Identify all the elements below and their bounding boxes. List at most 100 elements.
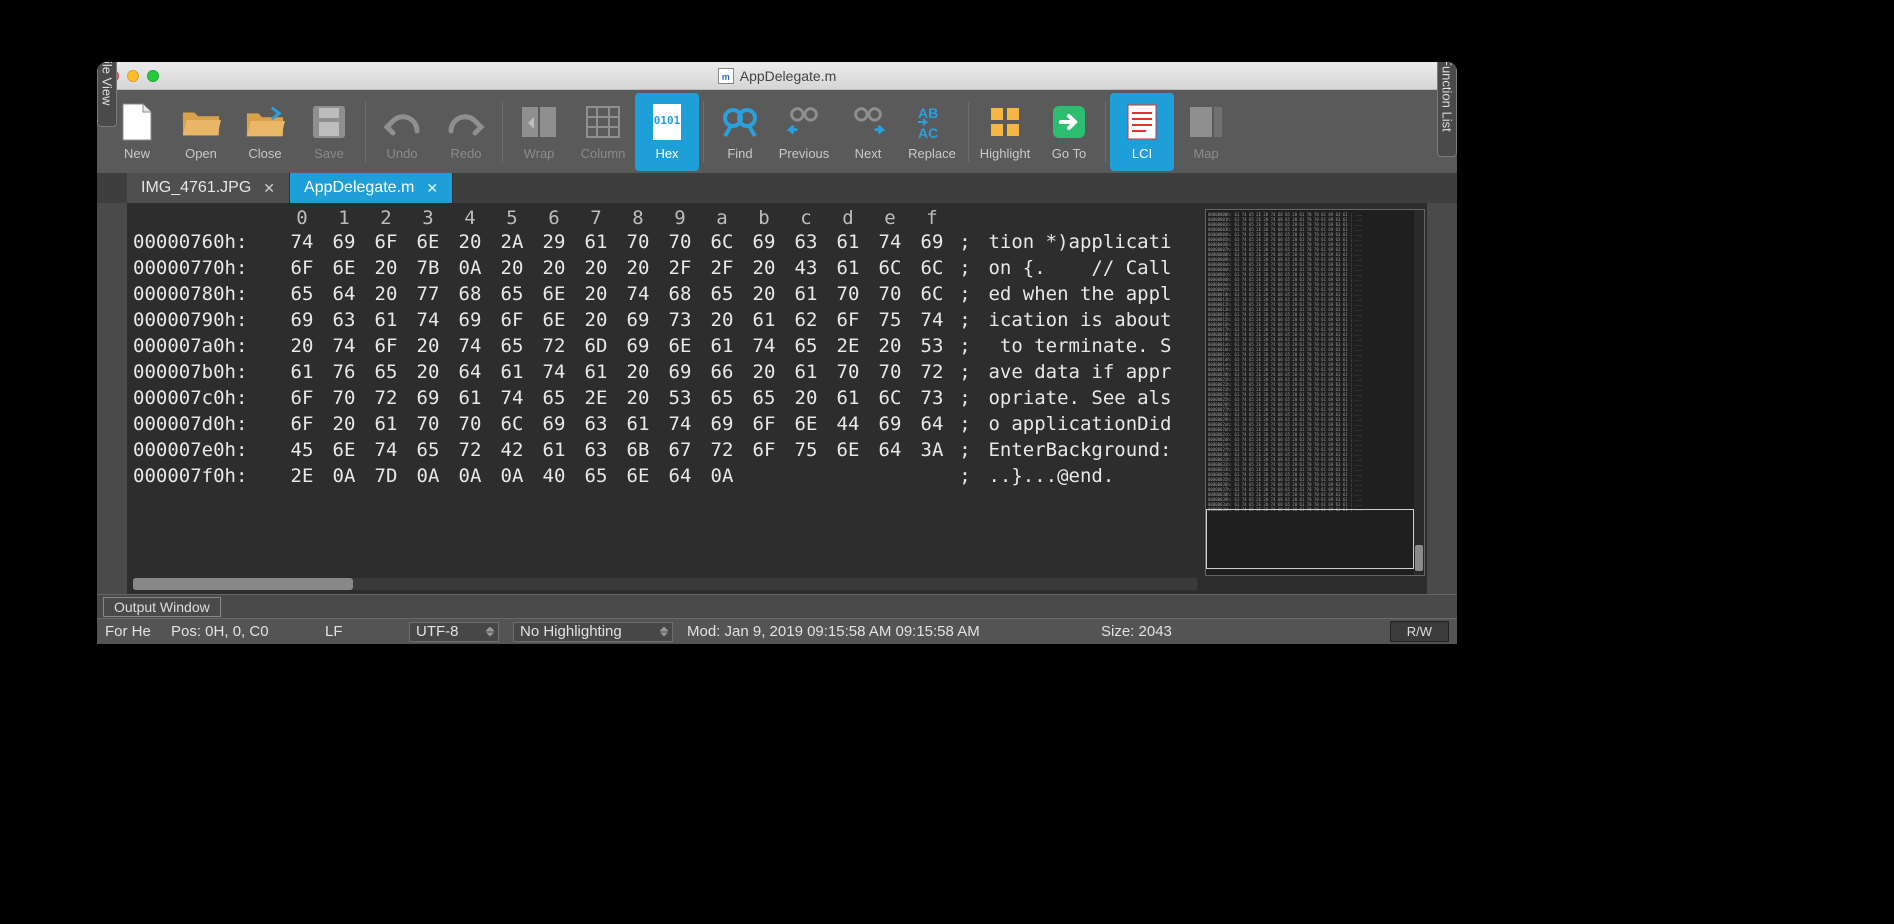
hex-bytes[interactable]: 6F7072696174652E2053656520616C73: [281, 385, 953, 411]
hex-separator: ;: [953, 411, 977, 437]
minimize-window-button[interactable]: [127, 70, 139, 82]
hex-col-label: 4: [449, 207, 491, 229]
hex-bytes[interactable]: 20746F207465726D696E6174652E2053: [281, 333, 953, 359]
hex-bytes[interactable]: 6F6E207B0A202020202F2F2043616C6C: [281, 255, 953, 281]
minimap[interactable]: 00000000h: 61 74 65 2E 20 74 68 65 20 61…: [1205, 209, 1425, 576]
hex-col-label: c: [785, 207, 827, 229]
status-line-ending[interactable]: LF: [325, 623, 395, 640]
svg-text:0101: 0101: [654, 114, 681, 127]
hex-address: 000007f0h:: [133, 463, 281, 489]
hex-col-label: 0: [281, 207, 323, 229]
status-encoding-select[interactable]: UTF-8: [409, 622, 499, 642]
replace-icon: ABAC: [912, 102, 952, 142]
hex-separator: ;: [953, 229, 977, 255]
hex-address: 000007e0h:: [133, 437, 281, 463]
find-icon: [720, 102, 760, 142]
find-button[interactable]: Find: [708, 93, 772, 171]
close-tab-icon[interactable]: ✕: [263, 180, 275, 197]
hex-row[interactable]: 00000770h: 6F6E207B0A202020202F2F2043616…: [133, 255, 1199, 281]
hex-bytes[interactable]: 74696F6E202A296170706C6963617469: [281, 229, 953, 255]
hex-address: 000007a0h:: [133, 333, 281, 359]
hex-row[interactable]: 000007e0h: 456E7465724261636B67726F756E6…: [133, 437, 1199, 463]
save-button[interactable]: Save: [297, 93, 361, 171]
document-lines-icon: [1122, 102, 1162, 142]
undo-button[interactable]: Undo: [370, 93, 434, 171]
status-bar: For He Pos: 0H, 0, C0 LF UTF-8 No Highli…: [97, 618, 1457, 644]
svg-text:AC: AC: [918, 125, 938, 140]
hex-ascii[interactable]: tion *)applicati: [977, 229, 1171, 255]
function-list-tab[interactable]: Function List: [1437, 62, 1457, 157]
file-view-tab[interactable]: File View: [97, 62, 117, 127]
status-context: For He: [105, 623, 157, 640]
new-file-icon: [117, 102, 157, 142]
hex-row[interactable]: 000007c0h: 6F7072696174652E2053656520616…: [133, 385, 1199, 411]
hex-bytes[interactable]: 2E0A7D0A0A0A40656E640A: [281, 463, 953, 489]
hex-ascii[interactable]: on {. // Call: [977, 255, 1171, 281]
tab-img[interactable]: IMG_4761.JPG ✕: [127, 173, 290, 203]
hex-col-label: 5: [491, 207, 533, 229]
hex-ascii[interactable]: ave data if appr: [977, 359, 1171, 385]
minimap-vertical-scrollbar[interactable]: [1414, 210, 1424, 575]
minimap-scroll-thumb[interactable]: [1415, 545, 1423, 571]
hex-row[interactable]: 00000760h: 74696F6E202A296170706C6963617…: [133, 229, 1199, 255]
output-window-toggle[interactable]: Output Window: [103, 597, 221, 617]
window-title: m AppDelegate.m: [97, 68, 1457, 84]
tab-appdelegate[interactable]: AppDelegate.m ✕: [290, 173, 453, 203]
status-highlighting-select[interactable]: No Highlighting: [513, 622, 673, 642]
minimap-viewport[interactable]: [1206, 509, 1414, 569]
hex-row[interactable]: 000007b0h: 61766520646174612069662061707…: [133, 359, 1199, 385]
hex-address: 00000760h:: [133, 229, 281, 255]
hex-ascii[interactable]: ication is about: [977, 307, 1171, 333]
hex-editor[interactable]: 0123456789abcdef 00000760h: 74696F6E202A…: [127, 203, 1427, 594]
hex-col-label: d: [827, 207, 869, 229]
next-button[interactable]: Next: [836, 93, 900, 171]
hex-ascii[interactable]: o applicationDid: [977, 411, 1171, 437]
close-button[interactable]: Close: [233, 93, 297, 171]
hex-ascii[interactable]: EnterBackground:: [977, 437, 1171, 463]
horizontal-scrollbar[interactable]: [133, 578, 1197, 590]
hex-bytes[interactable]: 61766520646174612069662061707072: [281, 359, 953, 385]
column-button[interactable]: Column: [571, 93, 635, 171]
highlight-button[interactable]: Highlight: [973, 93, 1037, 171]
lci-button[interactable]: LCI: [1110, 93, 1174, 171]
hex-col-label: e: [869, 207, 911, 229]
hex-bytes[interactable]: 69636174696F6E2069732061626F7574: [281, 307, 953, 333]
hex-rows: 00000760h: 74696F6E202A296170706C6963617…: [133, 229, 1199, 489]
hex-col-label: f: [911, 207, 953, 229]
redo-icon: [446, 102, 486, 142]
hex-col-label: 1: [323, 207, 365, 229]
hex-bytes[interactable]: 6F206170706C69636174696F6E446964: [281, 411, 953, 437]
toolbar: New Open Close Save: [97, 90, 1457, 173]
hex-address: 000007c0h:: [133, 385, 281, 411]
goto-button[interactable]: Go To: [1037, 93, 1101, 171]
titlebar: m AppDelegate.m: [97, 62, 1457, 90]
map-button[interactable]: Map: [1174, 93, 1238, 171]
hex-bytes[interactable]: 6564207768656E20746865206170706C: [281, 281, 953, 307]
hex-address: 000007b0h:: [133, 359, 281, 385]
window-title-text: AppDelegate.m: [740, 68, 837, 84]
hex-row[interactable]: 00000780h: 6564207768656E207468652061707…: [133, 281, 1199, 307]
hex-row[interactable]: 000007a0h: 20746F207465726D696E6174652E2…: [133, 333, 1199, 359]
scrollbar-thumb[interactable]: [133, 578, 353, 590]
close-tab-icon[interactable]: ✕: [426, 180, 438, 197]
hex-ascii[interactable]: to terminate. S: [977, 333, 1171, 359]
hex-col-label: 3: [407, 207, 449, 229]
hex-col-label: 7: [575, 207, 617, 229]
hex-ascii[interactable]: ..}...@end.: [977, 463, 1114, 489]
hex-row[interactable]: 000007d0h: 6F206170706C69636174696F6E446…: [133, 411, 1199, 437]
hex-button[interactable]: 0101 Hex: [635, 93, 699, 171]
hex-row[interactable]: 000007f0h: 2E0A7D0A0A0A40656E640A; ..}..…: [133, 463, 1199, 489]
highlight-icon: [985, 102, 1025, 142]
zoom-window-button[interactable]: [147, 70, 159, 82]
redo-button[interactable]: Redo: [434, 93, 498, 171]
hex-bytes[interactable]: 456E7465724261636B67726F756E643A: [281, 437, 953, 463]
hex-row[interactable]: 00000790h: 69636174696F6E2069732061626F7…: [133, 307, 1199, 333]
open-button[interactable]: Open: [169, 93, 233, 171]
hex-col-label: 8: [617, 207, 659, 229]
hex-ascii[interactable]: ed when the appl: [977, 281, 1171, 307]
previous-button[interactable]: Previous: [772, 93, 836, 171]
hex-ascii[interactable]: opriate. See als: [977, 385, 1171, 411]
replace-button[interactable]: ABAC Replace: [900, 93, 964, 171]
status-readwrite[interactable]: R/W: [1390, 621, 1449, 642]
wrap-button[interactable]: Wrap: [507, 93, 571, 171]
